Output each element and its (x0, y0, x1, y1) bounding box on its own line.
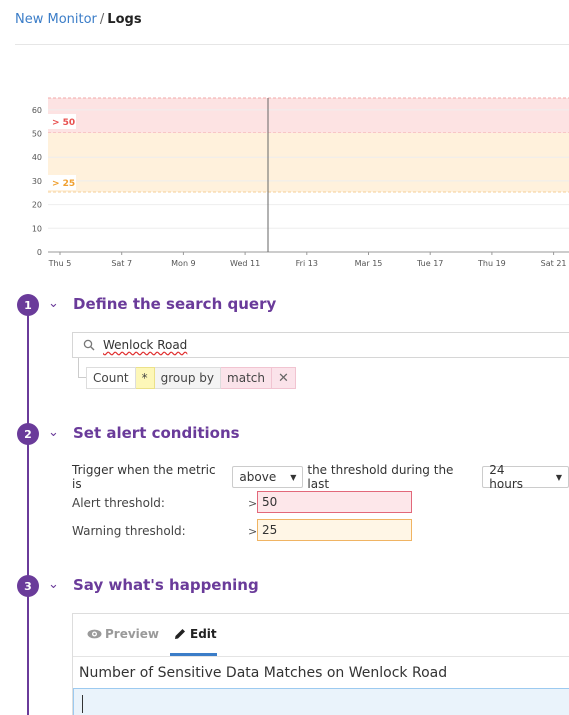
comparator-value: above (239, 470, 277, 484)
step-2-title[interactable]: Set alert conditions (73, 424, 240, 442)
step-1-badge: 1 (17, 294, 39, 316)
timeframe-select[interactable]: 24 hours ▼ (482, 463, 569, 491)
x-tick-label: Sat 7 (111, 259, 132, 268)
message-title-input[interactable]: Number of Sensitive Data Matches on Wenl… (79, 665, 447, 681)
x-tick-label: Fri 13 (296, 259, 318, 268)
x-tick-label: Wed 11 (230, 259, 260, 268)
step-rail (27, 305, 29, 715)
breadcrumb-current: Logs (107, 12, 142, 27)
caret-down-icon: ▼ (555, 472, 562, 482)
chevron-down-icon[interactable]: ⌄ (48, 425, 59, 440)
remove-group-by-icon[interactable]: ✕ (271, 367, 296, 389)
breadcrumb: New Monitor / Logs (15, 12, 142, 27)
header-divider (15, 44, 569, 45)
query-tree-connector (78, 358, 86, 378)
step-3-badge: 3 (17, 575, 39, 597)
y-tick-label: 30 (32, 177, 42, 186)
x-tick-label: Thu 19 (477, 259, 506, 268)
eye-icon (87, 629, 102, 639)
search-query-text: Wenlock Road (103, 338, 188, 352)
caret-down-icon: ▼ (290, 472, 297, 482)
editor-tabs: Preview Edit (73, 614, 569, 657)
x-tick-label: Tue 17 (416, 259, 443, 268)
search-query-input[interactable]: Wenlock Road (72, 332, 569, 358)
tab-edit[interactable]: Edit (174, 627, 217, 641)
measure-chip[interactable]: Count (86, 367, 136, 389)
alert-threshold-input[interactable]: 50 (257, 491, 412, 513)
active-tab-indicator (170, 653, 217, 656)
warning-threshold-label: Warning threshold: (72, 524, 186, 538)
y-tick-label: 50 (32, 130, 42, 139)
tab-preview[interactable]: Preview (87, 627, 159, 641)
alert-threshold-label: > 50 (52, 118, 75, 128)
y-tick-label: 10 (32, 224, 42, 233)
message-body-textarea[interactable] (73, 688, 569, 715)
group-by-value-chip[interactable]: match (221, 367, 272, 389)
breadcrumb-separator: / (99, 12, 105, 27)
y-tick-label: 20 (32, 201, 42, 210)
breadcrumb-new-monitor-link[interactable]: New Monitor (15, 12, 97, 27)
tab-preview-label: Preview (105, 627, 160, 641)
search-icon (83, 339, 95, 351)
facet-chip[interactable]: * (135, 367, 155, 389)
alert-threshold-label: Alert threshold: (72, 496, 165, 510)
trigger-prefix-text: Trigger when the metric is (72, 463, 216, 491)
query-aggregation-row: Count * group by match ✕ (86, 367, 296, 389)
tab-edit-label: Edit (190, 627, 217, 641)
message-editor: Preview Edit Number of Sensitive Data Ma… (72, 613, 569, 715)
y-tick-label: 0 (37, 248, 42, 257)
comparator-select[interactable]: above ▼ (232, 466, 304, 488)
threshold-mid-text: the threshold during the last (307, 463, 454, 491)
x-tick-label: Sat 21 (541, 259, 567, 268)
timeframe-value: 24 hours (489, 463, 524, 491)
alert-gt-symbol: > (248, 497, 258, 510)
group-by-label: group by (154, 367, 222, 389)
threshold-chart[interactable]: 0 10 20 30 40 50 60 Thu 5 Sat 7 Mon 9 Wed 11 Fri 1… (0, 90, 569, 275)
x-tick-label: Mon 9 (171, 259, 196, 268)
x-tick-label: Mar 15 (355, 259, 383, 268)
y-tick-label: 40 (32, 153, 42, 162)
step-2-badge: 2 (17, 423, 39, 445)
chevron-down-icon[interactable]: ⌄ (48, 296, 59, 311)
text-cursor (82, 695, 83, 713)
warning-band (48, 133, 569, 192)
warning-threshold-label: > 25 (52, 179, 75, 189)
warning-gt-symbol: > (248, 525, 258, 538)
pencil-icon (175, 629, 185, 639)
step-1-title[interactable]: Define the search query (73, 295, 276, 313)
x-tick-label: Thu 5 (48, 259, 72, 268)
trigger-condition-row: Trigger when the metric is above ▼ the t… (72, 463, 569, 491)
chevron-down-icon[interactable]: ⌄ (48, 577, 59, 592)
y-tick-label: 60 (32, 106, 42, 115)
warning-threshold-input[interactable]: 25 (257, 519, 412, 541)
step-3-title[interactable]: Say what's happening (73, 576, 259, 594)
alert-band (48, 98, 569, 133)
